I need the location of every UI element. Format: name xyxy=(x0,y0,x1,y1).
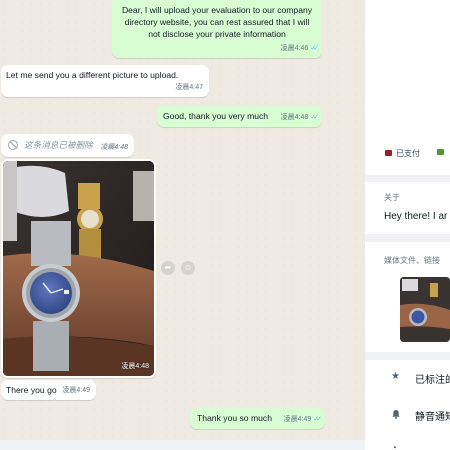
message-time: 凌晨4:48 xyxy=(121,363,149,370)
message-time: 凌晨4:48 xyxy=(100,144,128,151)
label-text: 已支付 xyxy=(396,149,420,158)
watch-photo-image xyxy=(3,161,154,376)
star-icon: ★ xyxy=(391,371,400,382)
chat-panel: Dear, I will upload your evaluation to o… xyxy=(0,0,365,450)
forward-icon[interactable]: ➦ xyxy=(161,261,175,275)
bell-icon xyxy=(391,409,401,419)
message-time: 凌晨4:47 xyxy=(175,84,203,91)
message-meta: 凌晨4:49 ✓✓ xyxy=(283,414,322,426)
message-composer[interactable] xyxy=(0,440,365,450)
label-tag-green[interactable] xyxy=(437,148,448,157)
message-time: 凌晨4:49 xyxy=(62,387,90,394)
about-text: Hey there! I ar xyxy=(384,211,448,222)
message-text: Let me send you a different picture to u… xyxy=(6,70,179,80)
emoji-icon[interactable]: ☺ xyxy=(181,261,195,275)
message-text: Thank you so much xyxy=(197,413,272,423)
message-time: 凌晨4:48 xyxy=(280,114,309,121)
message-deleted[interactable]: 这条消息已被删除 凌晨4:48 xyxy=(1,134,134,157)
message-meta: 凌晨4:46 ✓✓ xyxy=(280,43,319,55)
media-thumbnail-image xyxy=(400,277,450,342)
media-thumbnail[interactable] xyxy=(400,277,450,342)
double-check-icon: ✓✓ xyxy=(310,45,319,52)
about-section xyxy=(365,182,450,234)
message-time: 凌晨4:49 xyxy=(283,416,312,423)
media-title[interactable]: 媒体文件、链接 xyxy=(384,255,440,266)
message-text: There you go xyxy=(6,385,57,395)
message-meta: 凌晨4:48 ✓✓ xyxy=(280,112,319,124)
message-incoming[interactable]: There you go 凌晨4:49 xyxy=(1,380,96,400)
message-text: 这条消息已被删除 xyxy=(24,140,93,150)
block-icon xyxy=(8,140,18,150)
message-image[interactable]: 凌晨4:48 xyxy=(1,159,156,378)
about-title: 关于 xyxy=(384,193,400,202)
message-outgoing[interactable]: Dear, I will upload your evaluation to o… xyxy=(112,0,322,58)
tag-icon xyxy=(437,149,444,155)
message-incoming[interactable]: Let me send you a different picture to u… xyxy=(1,65,209,97)
tag-icon xyxy=(385,150,392,156)
mute-notifications-item[interactable]: 静音通知 xyxy=(415,408,450,423)
label-tag-paid[interactable]: 已支付 xyxy=(385,148,420,159)
watch-photo[interactable]: 凌晨4:48 xyxy=(3,161,154,376)
double-check-icon: ✓✓ xyxy=(310,114,319,121)
double-check-icon: ✓✓ xyxy=(313,416,322,423)
timer-icon: ◔ xyxy=(391,443,398,450)
message-outgoing[interactable]: Thank you so much 凌晨4:49 ✓✓ xyxy=(190,408,325,429)
message-time: 凌晨4:46 xyxy=(280,45,309,52)
message-outgoing[interactable]: Good, thank you very much 凌晨4:48 ✓✓ xyxy=(157,105,322,127)
starred-messages-item[interactable]: 已标注的 xyxy=(415,371,450,386)
message-text: Good, thank you very much xyxy=(163,111,269,121)
message-text: Dear, I will upload your evaluation to o… xyxy=(121,5,313,39)
contact-info-panel: 已支付 关于 Hey there! I ar 媒体文件、链接 ★ 已标注的 静音… xyxy=(365,0,450,450)
